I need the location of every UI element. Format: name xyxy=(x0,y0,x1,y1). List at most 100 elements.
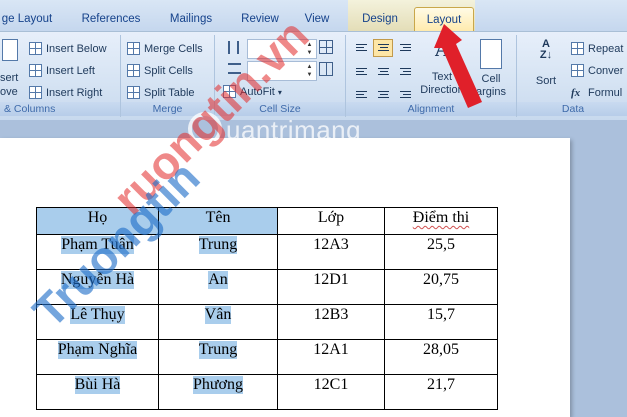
align-bottom-right-icon[interactable] xyxy=(395,83,415,101)
distribute-rows-icon[interactable] xyxy=(319,40,333,54)
merge-cells-label: Merge Cells xyxy=(144,43,203,55)
cell-diem[interactable]: 20,75 xyxy=(384,269,498,305)
cell-lop[interactable]: 12B3 xyxy=(277,304,385,340)
convert-to-text-label: Conver xyxy=(588,65,624,77)
sort-icon: A Z↓ xyxy=(539,38,553,61)
convert-to-text-icon xyxy=(571,64,584,77)
insert-below-button[interactable]: Insert Below xyxy=(29,40,107,59)
cell-lop[interactable]: 12A1 xyxy=(277,339,385,375)
cell-diem-text: 21,7 xyxy=(427,376,455,393)
align-center-icon[interactable] xyxy=(373,61,393,79)
align-top-right-icon[interactable] xyxy=(395,39,415,57)
align-top-left-icon[interactable] xyxy=(351,39,371,57)
header-cell-lop[interactable]: Lớp xyxy=(277,207,385,235)
cell-ho[interactable]: Bùi Hà xyxy=(36,374,159,410)
formula-icon: fx xyxy=(571,87,581,99)
cell-ten[interactable]: Trung xyxy=(158,339,278,375)
merge-cells-button[interactable]: Merge Cells xyxy=(127,40,203,59)
cell-diem-text: 28,05 xyxy=(423,341,459,358)
quantrimang-watermark-text: uantrimang xyxy=(226,115,362,145)
arrow-shape xyxy=(434,24,482,108)
cell-lop[interactable]: 12A3 xyxy=(277,234,385,270)
chevron-down-icon: ▾ xyxy=(277,88,282,97)
cell-lop-text: 12A1 xyxy=(313,341,349,358)
cell-ten-text: An xyxy=(208,271,228,289)
table-row: Phạm Nghĩa Trung 12A1 28,05 xyxy=(36,339,498,375)
cell-diem[interactable]: 15,7 xyxy=(384,304,498,340)
cell-diem-text: 20,75 xyxy=(423,271,459,288)
cell-ten[interactable]: Trung xyxy=(158,234,278,270)
cell-lop-text: 12D1 xyxy=(313,271,349,288)
cell-lop[interactable]: 12C1 xyxy=(277,374,385,410)
cell-ho[interactable]: Phạm Nghĩa xyxy=(36,339,159,375)
cell-diem[interactable]: 25,5 xyxy=(384,234,498,270)
data-group: A Z↓ Sort Repeat Conver fx Formul Data xyxy=(517,35,627,117)
data-group-label: Data xyxy=(517,102,627,116)
insert-above-icon xyxy=(2,39,18,61)
align-top-center-icon[interactable] xyxy=(373,39,393,57)
cell-lop-text: 12B3 xyxy=(313,306,349,323)
cell-lop-text: 12C1 xyxy=(313,376,349,393)
table-row: Lê Thụy Vân 12B3 15,7 xyxy=(36,304,498,340)
header-cell-diem[interactable]: Điểm thi xyxy=(384,207,498,235)
convert-to-text-button[interactable]: Conver xyxy=(571,62,623,81)
formula-label: Formul xyxy=(588,87,623,99)
cell-lop[interactable]: 12D1 xyxy=(277,269,385,305)
cell-ten[interactable]: Phương xyxy=(158,374,278,410)
insert-below-icon xyxy=(29,42,42,55)
formula-button[interactable]: fx Formul xyxy=(571,84,622,103)
insert-above-button[interactable]: sert ove xyxy=(0,37,22,98)
split-table-icon xyxy=(127,86,140,99)
repeat-header-icon xyxy=(571,42,584,55)
split-table-button[interactable]: Split Table xyxy=(127,84,195,103)
cell-diem[interactable]: 21,7 xyxy=(384,374,498,410)
header-ten: Tên xyxy=(205,209,231,226)
align-center-left-icon[interactable] xyxy=(351,61,371,79)
tab-design[interactable]: Design xyxy=(355,8,405,31)
tab-view[interactable]: View xyxy=(298,8,336,31)
ribbon-tab-strip: ge Layout References Mailings Review Vie… xyxy=(0,0,627,33)
header-lop: Lớp xyxy=(317,209,345,226)
tab-mailings[interactable]: Mailings xyxy=(162,8,220,31)
sort-button[interactable]: A Z↓ Sort xyxy=(531,39,561,88)
spin-down-icon[interactable]: ▼ xyxy=(305,71,314,79)
cell-diem-text: 15,7 xyxy=(427,306,455,323)
split-table-label: Split Table xyxy=(144,87,195,99)
insert-right-button[interactable]: Insert Right xyxy=(29,84,102,103)
merge-cells-icon xyxy=(127,42,140,55)
insert-below-label: Insert Below xyxy=(46,43,107,55)
insert-above-label-1: sert xyxy=(0,72,19,84)
spin-up-icon[interactable]: ▲ xyxy=(305,63,314,71)
rows-columns-group-label: & Columns xyxy=(0,102,120,116)
repeat-header-label: Repeat xyxy=(588,43,624,55)
align-bottom-left-icon[interactable] xyxy=(351,83,371,101)
cell-ten-text: Trung xyxy=(198,341,238,359)
insert-left-icon xyxy=(29,64,42,77)
cell-ten-text: Vân xyxy=(204,306,232,324)
split-cells-icon xyxy=(127,64,140,77)
rows-columns-group: sert ove Insert Below Insert Left Insert… xyxy=(0,35,121,117)
sort-label: Sort xyxy=(535,75,557,87)
cell-lop-text: 12A3 xyxy=(313,236,349,253)
distribute-columns-icon[interactable] xyxy=(319,62,333,76)
red-arrow-icon xyxy=(434,24,482,108)
align-bottom-center-icon[interactable] xyxy=(373,83,393,101)
insert-above-label-2: ove xyxy=(0,86,18,98)
tab-page-layout[interactable]: ge Layout xyxy=(0,8,60,31)
insert-right-label: Insert Right xyxy=(46,87,103,99)
header-diem: Điểm thi xyxy=(412,209,470,226)
insert-right-icon xyxy=(29,86,42,99)
split-cells-button[interactable]: Split Cells xyxy=(127,62,193,81)
align-center-right-icon[interactable] xyxy=(395,61,415,79)
cell-ten-text: Trung xyxy=(198,236,238,254)
tab-references[interactable]: References xyxy=(76,8,146,31)
insert-left-button[interactable]: Insert Left xyxy=(29,62,95,81)
cell-ho-text: Phạm Nghĩa xyxy=(57,341,138,359)
cell-diem[interactable]: 28,05 xyxy=(384,339,498,375)
split-cells-label: Split Cells xyxy=(144,65,193,77)
cell-diem-text: 25,5 xyxy=(427,236,455,253)
cell-ten[interactable]: An xyxy=(158,269,278,305)
repeat-header-rows-button[interactable]: Repeat xyxy=(571,40,623,59)
cell-ten[interactable]: Vân xyxy=(158,304,278,340)
cell-ten-text: Phương xyxy=(192,376,244,394)
